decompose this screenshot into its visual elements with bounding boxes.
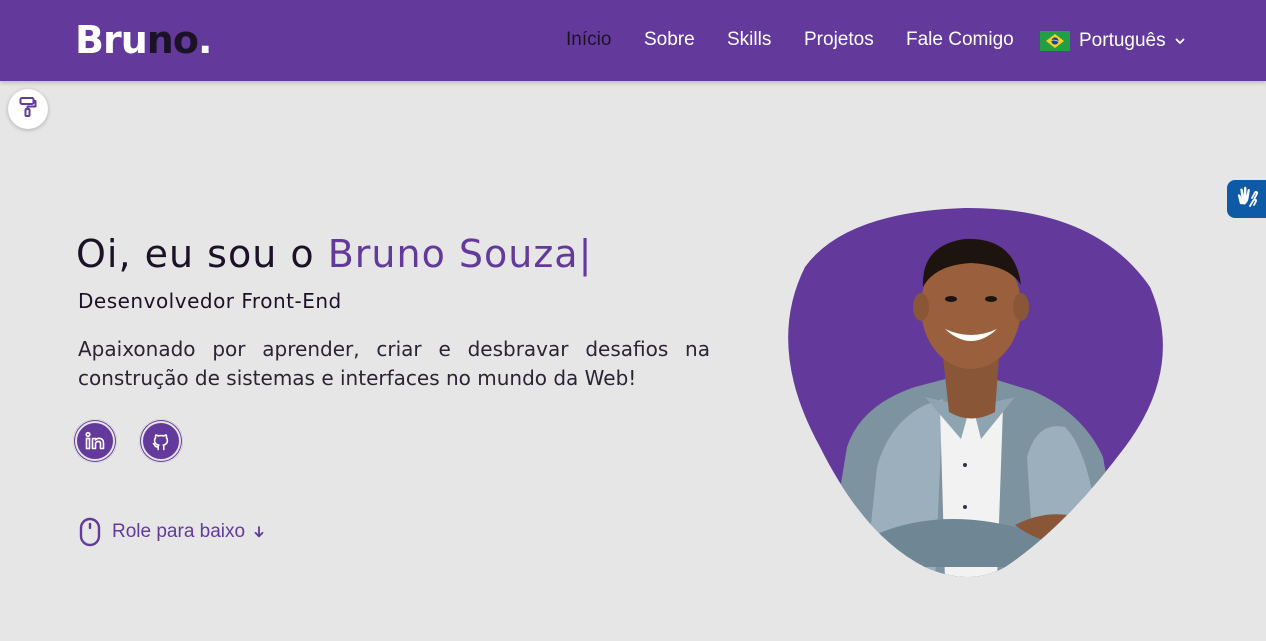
scroll-down-label: Role para baixo <box>112 521 246 542</box>
linkedin-icon <box>85 431 105 451</box>
language-label: Português <box>1079 30 1166 51</box>
chevron-down-icon <box>1174 35 1186 47</box>
accessibility-button[interactable] <box>1227 180 1266 218</box>
sign-language-hands-icon <box>1234 184 1260 215</box>
logo[interactable]: Bruno. <box>75 18 212 62</box>
scroll-down-link[interactable]: Role para baixo <box>78 516 265 548</box>
site-header: Bruno. Início Sobre Skills Projetos Fale… <box>0 0 1266 81</box>
nav-link-sobre[interactable]: Sobre <box>644 29 695 51</box>
profile-photo <box>788 207 1163 578</box>
github-button[interactable] <box>139 419 183 463</box>
nav-link-skills[interactable]: Skills <box>727 29 771 51</box>
hero-name: Bruno Souza <box>327 232 579 276</box>
github-icon <box>151 431 171 451</box>
brazil-flag-icon <box>1040 31 1070 51</box>
logo-dot: . <box>197 18 212 62</box>
linkedin-button[interactable] <box>73 419 117 463</box>
typing-caret: | <box>578 232 593 276</box>
hero-image-blob <box>765 207 1165 581</box>
logo-part-light: Bru <box>75 18 148 62</box>
hero-role: Desenvolvedor Front-End <box>78 289 342 313</box>
mouse-icon <box>78 517 102 547</box>
hero-title: Oi, eu sou o Bruno Souza| <box>76 226 592 282</box>
logo-part-dark: no <box>146 18 199 62</box>
hero-description: Apaixonado por aprender, criar e desbrav… <box>78 337 710 390</box>
nav-link-projetos[interactable]: Projetos <box>804 29 874 51</box>
hero-greeting: Oi, eu sou o <box>76 232 328 276</box>
nav-link-fale-comigo[interactable]: Fale Comigo <box>906 29 1014 51</box>
paint-roller-icon <box>18 96 38 123</box>
nav-link-inicio[interactable]: Início <box>566 29 611 51</box>
language-selector[interactable]: Português <box>1040 29 1186 53</box>
arrow-down-icon <box>253 525 265 539</box>
theme-toggle-button[interactable] <box>8 89 48 129</box>
